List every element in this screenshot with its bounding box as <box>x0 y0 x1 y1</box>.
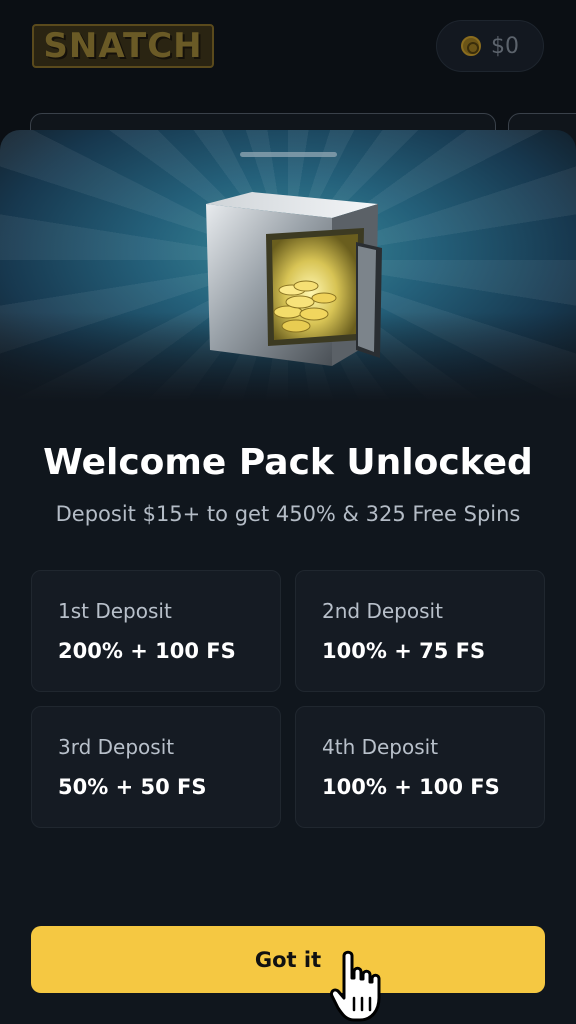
safe-with-coins-icon <box>206 192 382 366</box>
deposit-value: 100% + 75 FS <box>322 639 486 663</box>
drag-handle[interactable] <box>240 152 337 157</box>
deposit-card-3: 3rd Deposit 50% + 50 FS <box>31 706 281 828</box>
balance-amount: $0 <box>491 33 519 59</box>
deposit-card-2: 2nd Deposit 100% + 75 FS <box>295 570 545 692</box>
deposit-value: 200% + 100 FS <box>58 639 236 663</box>
coin-icon <box>461 36 481 56</box>
deposit-card-4: 4th Deposit 100% + 100 FS <box>295 706 545 828</box>
deposit-value: 50% + 50 FS <box>58 775 207 799</box>
sheet-title: Welcome Pack Unlocked <box>43 442 533 483</box>
deposit-value: 100% + 100 FS <box>322 775 500 799</box>
deposit-grid: 1st Deposit 200% + 100 FS 2nd Deposit 10… <box>31 570 545 828</box>
deposit-label: 2nd Deposit <box>322 599 443 623</box>
deposit-card-1: 1st Deposit 200% + 100 FS <box>31 570 281 692</box>
deposit-label: 1st Deposit <box>58 599 172 623</box>
page: SNATCH $0 Welcome Pack Unlocked Deposit … <box>0 0 576 1024</box>
got-it-button[interactable]: Got it <box>31 926 545 993</box>
deposit-label: 3rd Deposit <box>58 735 175 759</box>
hand-pointer-icon <box>330 950 381 1022</box>
balance-pill[interactable]: $0 <box>436 20 544 72</box>
top-bar: SNATCH $0 <box>0 0 576 100</box>
sheet-subtitle: Deposit $15+ to get 450% & 325 Free Spin… <box>55 502 521 526</box>
deposit-label: 4th Deposit <box>322 735 439 759</box>
brand-logo[interactable]: SNATCH <box>32 24 214 68</box>
welcome-pack-sheet: Welcome Pack Unlocked Deposit $15+ to ge… <box>0 130 576 1024</box>
